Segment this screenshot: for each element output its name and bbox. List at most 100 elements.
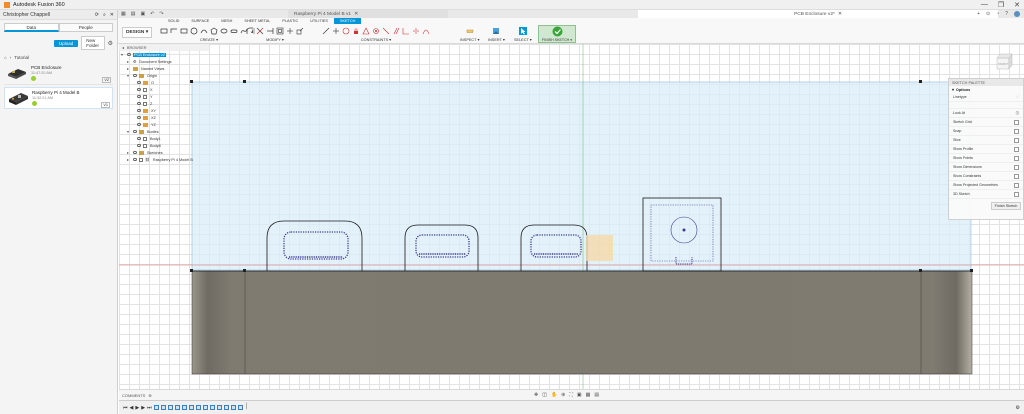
rectangle-icon[interactable] — [180, 27, 188, 35]
eye-icon[interactable] — [137, 81, 141, 84]
tree-node-origin-point[interactable]: O — [119, 79, 209, 86]
avatar[interactable] — [1014, 11, 1020, 17]
minimize-button[interactable]: — — [981, 1, 988, 9]
eye-icon[interactable] — [137, 95, 141, 98]
help-icon[interactable]: ? — [1005, 11, 1008, 17]
collinear-constraint-icon[interactable] — [332, 27, 340, 35]
jobs-icon[interactable]: ⊙ — [986, 11, 990, 17]
checkbox[interactable] — [1014, 119, 1019, 125]
tab-raspberry-pi[interactable]: Raspberry Pi 4 Model B v1 ✕ — [288, 10, 448, 18]
constraints-group-label[interactable]: CONSTRAINTS ▾ — [322, 37, 430, 42]
enclosure-body[interactable] — [191, 270, 973, 375]
go-to-end-icon[interactable]: ⏭ — [147, 405, 152, 411]
timeline-feature[interactable] — [160, 405, 166, 410]
model-canvas[interactable] — [119, 44, 1024, 389]
eye-icon[interactable] — [133, 158, 137, 161]
gear-icon[interactable]: ⚙ — [108, 40, 113, 47]
timeline-feature[interactable] — [167, 405, 173, 410]
workspace-dropdown[interactable]: DESIGN ▾ — [122, 27, 153, 38]
timeline-feature[interactable] — [209, 405, 215, 410]
palette-row-slice[interactable]: Slice — [949, 136, 1023, 145]
palette-row-show-points[interactable]: Show Points — [949, 154, 1023, 163]
tangent-constraint-icon[interactable] — [372, 27, 380, 35]
palette-row-show-dimensions[interactable]: Show Dimensions — [949, 163, 1023, 172]
pan-icon[interactable]: ✋ — [551, 392, 557, 398]
account-name[interactable]: Christopher Chappell — [3, 12, 50, 18]
perpendicular-constraint-icon[interactable] — [402, 27, 410, 35]
timeline-marker[interactable]: ⏐ — [245, 404, 248, 411]
fillet-icon[interactable] — [246, 27, 254, 35]
orbit-icon[interactable]: ✥ — [534, 392, 538, 398]
checkbox[interactable] — [1014, 155, 1019, 161]
timeline-feature[interactable] — [237, 405, 243, 410]
view-cube[interactable]: FRONT — [995, 52, 1013, 70]
tab-surface[interactable]: SURFACE — [185, 18, 215, 24]
look-at-icon[interactable]: ◫ — [542, 392, 547, 398]
sketch-palette-header[interactable]: SKETCH PALETTE — [949, 79, 1023, 86]
concentric-constraint-icon[interactable] — [342, 27, 350, 35]
look-at-icon[interactable]: ◫ — [1016, 111, 1019, 115]
palette-row-linetype[interactable]: Linetype ⟋ — [949, 93, 1023, 102]
offset-icon[interactable] — [276, 27, 284, 35]
sketch-point[interactable] — [243, 80, 246, 83]
timeline-feature[interactable] — [153, 405, 159, 410]
timeline-feature[interactable] — [181, 405, 187, 410]
chevron-down-icon[interactable]: ▾ — [127, 129, 131, 134]
undo-icon[interactable]: ↶ — [150, 11, 154, 17]
slot-icon[interactable] — [230, 27, 238, 35]
timeline-feature[interactable] — [195, 405, 201, 410]
measure-icon[interactable] — [466, 27, 474, 35]
parallel-constraint-icon[interactable] — [392, 27, 400, 35]
palette-row-snap[interactable]: Snap — [949, 127, 1023, 136]
timeline-feature[interactable] — [202, 405, 208, 410]
modify-group-label[interactable]: MODIFY ▾ — [246, 37, 304, 42]
tree-node-sketches[interactable]: ▸ Sketches — [119, 149, 209, 156]
chevron-down-icon[interactable]: ▾ — [121, 52, 125, 57]
timeline-feature[interactable] — [188, 405, 194, 410]
checkbox[interactable] — [1014, 146, 1019, 152]
file-item[interactable]: Raspberry Pi 4 Model B 11:32:21 AM V1 — [4, 87, 113, 109]
eye-icon[interactable] — [127, 53, 131, 56]
tree-node-origin[interactable]: ▾ Origin — [119, 72, 209, 79]
eye-icon[interactable] — [137, 137, 141, 140]
palette-row-3d-sketch[interactable]: 3D Sketch — [949, 190, 1023, 199]
sketch-point[interactable] — [919, 80, 922, 83]
redo-icon[interactable]: ↷ — [159, 11, 163, 17]
coincident-constraint-icon[interactable] — [322, 27, 330, 35]
chevron-right-icon[interactable]: ▸ — [127, 66, 131, 71]
eye-icon[interactable] — [137, 116, 141, 119]
tree-node-z-axis[interactable]: Z — [119, 100, 209, 107]
step-forward-icon[interactable]: ▶ — [141, 405, 145, 411]
collapse-icon[interactable]: ◂ — [122, 45, 124, 50]
add-tab-icon[interactable]: + — [977, 11, 980, 17]
symmetry-constraint-icon[interactable] — [412, 27, 420, 35]
tree-node-xz-plane[interactable]: XZ — [119, 114, 209, 121]
close-tab-icon[interactable]: ✕ — [354, 12, 358, 17]
search-icon[interactable]: ⌕ — [103, 12, 106, 18]
eye-icon[interactable] — [137, 88, 141, 91]
new-folder-button[interactable]: New Folder — [81, 36, 105, 50]
home-icon[interactable]: ⌂ — [4, 55, 7, 60]
checkbox[interactable] — [1014, 164, 1019, 170]
tree-node-component[interactable]: ▸ ⛓ Raspberry Pi 4 Model B — [119, 156, 209, 163]
grid-settings-icon[interactable]: ▦ — [586, 392, 591, 398]
tab-plastic[interactable]: PLASTIC — [276, 18, 304, 24]
tab-mesh[interactable]: MESH — [215, 18, 238, 24]
extend-icon[interactable] — [266, 27, 274, 35]
sketch-point[interactable] — [190, 269, 193, 272]
tree-node-body1[interactable]: Body1 — [119, 135, 209, 142]
tab-data[interactable]: Data — [4, 23, 59, 32]
tree-node-document-settings[interactable]: ▸ ⚙ Document Settings — [119, 58, 209, 65]
ellipse-icon[interactable] — [220, 27, 228, 35]
chevron-down-icon[interactable]: ▾ — [127, 73, 131, 78]
finish-sketch-button[interactable]: FINISH SKETCH ▾ — [538, 25, 576, 43]
equal-constraint-icon[interactable] — [382, 27, 390, 35]
viewports-icon[interactable]: ▤ — [594, 392, 599, 398]
tree-node-bodies[interactable]: ▾ Bodies — [119, 128, 209, 135]
eye-icon[interactable] — [137, 144, 141, 147]
display-settings-icon[interactable]: ▣ — [577, 392, 582, 398]
fit-icon[interactable]: ⛶ — [569, 392, 573, 398]
lock-icon[interactable] — [352, 27, 360, 35]
play-icon[interactable]: ▶ — [135, 405, 139, 411]
tab-sketch[interactable]: SKETCH — [333, 18, 362, 24]
